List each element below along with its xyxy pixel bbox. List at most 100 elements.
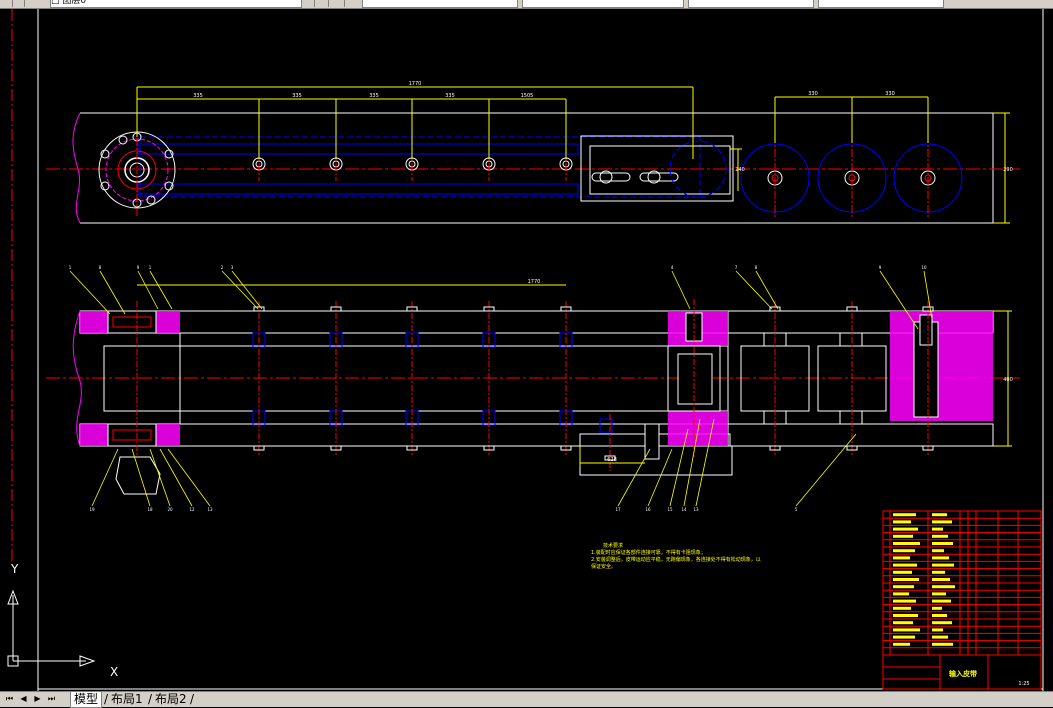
balloon: 13 [693,507,699,512]
balloon: 12 [189,507,195,512]
parts-list-text-block [893,621,913,625]
parts-list-text-block [893,614,918,617]
top-view [46,112,1020,224]
parts-list-text-block [893,520,911,524]
first-layout-button[interactable]: ⏮ [4,693,15,705]
drawing-frame [11,9,1044,691]
tab-layout2[interactable]: 布局2 [152,692,190,707]
balloon: 9 [879,265,882,270]
balloon: 14 [681,507,687,512]
parts-list-text-block [932,642,953,646]
parts-list-text-block [932,614,947,617]
balloon: 5 [795,507,798,512]
toolbar-button[interactable] [14,0,25,7]
balloon: 17 [615,507,621,512]
parts-list-text-block [893,534,913,538]
drawing-canvas[interactable]: 1770 335 335 335 335 1505 330 330 290 24… [0,9,1053,691]
dim-label: 335 [193,93,203,99]
balloon: 13 [207,507,213,512]
tech-req-line: 1.装配时应保证各部件连接可靠，不得有卡阻现象； [591,549,706,556]
balloon: 2 [221,265,224,270]
parts-list-text-block [893,527,918,531]
parts-list-text-block [932,513,947,517]
parts-list-text-block [893,635,915,639]
parts-list-text-block [932,635,948,639]
prev-layout-button[interactable]: ◀ [18,693,29,705]
balloon: 20 [167,507,173,512]
toolbar-button[interactable] [2,0,13,7]
dim-label: 335 [445,93,455,99]
parts-list-text-block [893,592,909,596]
tab-layout1[interactable]: 布局1 [108,692,146,707]
parts-list-text-block [932,520,952,524]
parts-list-text-block [932,549,944,553]
balloon: 15 [667,507,673,512]
toolbar: □ 图层0 [0,0,1053,9]
color-dropdown[interactable] [362,0,518,8]
layer-button[interactable] [334,0,345,7]
parts-list-text-block [932,592,946,596]
parts-list-text-block [893,570,912,574]
parts-list-text-block [932,578,950,581]
layer-button[interactable] [304,0,315,7]
parts-list-text-block [893,556,910,560]
tech-req-line: 2.安装调整后，皮带运动应平稳，无跑偏现象，各连接处不得有松动现象，以 [591,556,761,563]
layer-dropdown[interactable]: □ 图层0 [50,0,302,8]
tab-separator: / [190,692,195,706]
parts-list-text-block [932,599,951,603]
balloon: 8 [755,265,758,270]
balloon: 3 [231,265,234,270]
ucs-icon: Y X [7,562,118,679]
parts-list-text-block [932,534,948,538]
parts-list-text-block [893,599,916,603]
balloon: 16 [645,507,651,512]
balloon: 19 [89,507,95,512]
balloon: 1 [149,265,152,270]
parts-list-text-block [893,628,920,632]
linetype-dropdown[interactable] [522,0,684,8]
balloon: 10 [921,265,927,270]
ucs-y-label: Y [10,562,19,576]
parts-list-text-block [932,585,955,589]
parts-list-text-block [893,549,915,553]
dim-label: 1505 [521,93,534,99]
balloon: 4 [671,265,674,270]
parts-list-text-block [932,570,945,574]
layout-tab-bar: ⏮ ◀ ▶ ⏭ 模型 / 布局1 / 布局2 / [0,691,1053,708]
balloon: 8 [99,265,102,270]
dim-label: 290 [1003,167,1013,173]
parts-list-text-block [932,527,943,531]
section-dimensions [137,284,1012,467]
dim-label: 330 [885,91,895,97]
parts-list-text-block [932,556,949,560]
dim-label: 628 [607,457,617,463]
balloon: 9 [137,265,140,270]
technical-requirements: 技术要求 1.装配时应保证各部件连接可靠，不得有卡阻现象； 2.安装调整后，皮带… [591,542,761,570]
parts-list-text-block [893,513,916,517]
balloon: 1 [69,265,72,270]
parts-list-text-block [893,642,910,646]
layer-button[interactable] [318,0,329,7]
parts-list-text-block [893,542,920,545]
parts-list-text-block [893,585,914,589]
last-layout-button[interactable]: ⏭ [46,693,57,705]
parts-list-text-block [932,606,942,610]
tech-req-title: 技术要求 [603,542,623,549]
dim-label: 1770 [409,81,422,87]
ucs-x-label: X [110,665,118,679]
parts-list-text-block [893,606,911,610]
plotstyle-dropdown[interactable] [818,0,944,8]
parts-list-text-block [893,563,917,567]
top-dimensions [136,86,1010,224]
dim-label: 240 [735,167,745,173]
parts-list: 输入皮带 1:25 [882,510,1042,690]
parts-list-text-block [932,542,953,545]
parts-list-text-block [893,578,919,581]
lineweight-dropdown[interactable] [688,0,814,8]
next-layout-button[interactable]: ▶ [32,693,43,705]
dim-label: 335 [292,93,302,99]
part-balloons: 1 8 9 1 2 3 4 7 8 9 10 19 18 20 12 13 17… [69,265,927,512]
balloon: 18 [147,507,153,512]
parts-list-text-block [932,628,943,632]
parts-list-text-block [932,563,954,567]
